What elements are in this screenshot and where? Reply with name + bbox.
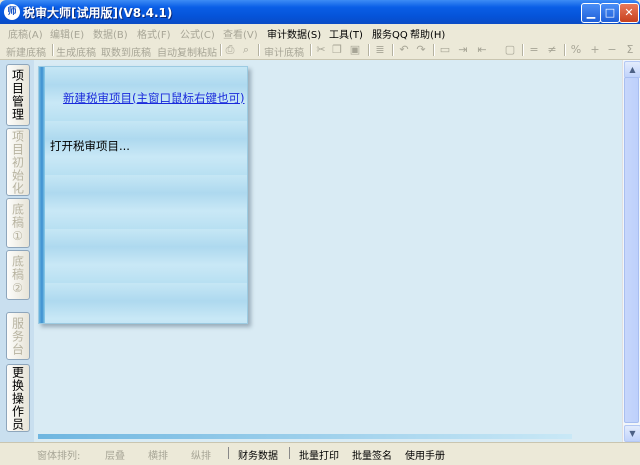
new-draft-button[interactable]: 新建底稿 [6, 44, 46, 59]
toolbar-separator [220, 44, 222, 56]
maximize-button[interactable]: □ [600, 3, 620, 23]
arrange-label: 窗体排列: [37, 451, 81, 462]
toolbar-separator [258, 44, 260, 56]
generate-draft-button[interactable]: 生成底稿 [56, 44, 96, 59]
scrollbar-thumb[interactable] [624, 77, 639, 423]
fetch-to-draft-button[interactable]: 取数到底稿 [101, 44, 151, 59]
paste-icon[interactable]: ▣ [349, 44, 361, 56]
start-panel: 新建税审项目(主窗口鼠标右键也可) 打开税审项目... [38, 66, 248, 324]
tab-label: 底稿① [10, 202, 25, 244]
copy-icon[interactable]: ❐ [331, 44, 343, 56]
menu-format[interactable]: 格式(F) [137, 26, 171, 41]
tab-label: 项目管理 [10, 69, 25, 121]
minimize-button[interactable]: ▁ [581, 3, 601, 23]
menu-service-qq[interactable]: 服务QQ [372, 26, 408, 41]
tile-vertical-button[interactable]: 纵排 [191, 447, 211, 462]
menu-formula[interactable]: 公式(C) [180, 26, 215, 41]
indent-icon[interactable]: ⇥ [457, 44, 469, 56]
toolbar-separator [52, 44, 54, 56]
toolbar-separator [522, 44, 524, 56]
toolbar-separator [368, 44, 370, 56]
toolbar-separator [392, 44, 394, 56]
menu-tools[interactable]: 工具(T) [329, 26, 363, 41]
toolbar-separator [433, 44, 435, 56]
title-bar: 师 税审大师[试用版](V8.4.1) ▁ □ ✕ [0, 0, 640, 24]
scroll-down-icon[interactable]: ▼ [624, 425, 640, 442]
auto-copy-paste-button[interactable]: 自动复制粘贴 [157, 44, 217, 59]
scroll-up-icon[interactable]: ▲ [624, 61, 640, 78]
toolbar-separator [310, 44, 312, 56]
close-button[interactable]: ✕ [619, 3, 639, 23]
equals-icon[interactable]: = [528, 44, 540, 56]
align-icon[interactable]: ▭ [439, 44, 451, 56]
app-icon: 师 [4, 4, 20, 20]
left-tab-rail: 项目管理 项目初始化 底稿① 底稿② 服务台 更换操作员 [0, 60, 34, 442]
tab-draft-1[interactable]: 底稿① [6, 198, 30, 248]
batch-print-button[interactable]: 批量打印 [299, 447, 339, 462]
cut-icon[interactable]: ✂ [315, 44, 327, 56]
tile-horizontal-button[interactable]: 横排 [148, 447, 168, 462]
bottom-accent-strip [38, 434, 572, 439]
border-icon[interactable]: ▢ [504, 44, 516, 56]
tab-label: 底稿② [10, 254, 25, 296]
menu-draft[interactable]: 底稿(A) [8, 26, 43, 41]
redo-icon[interactable]: ↷ [415, 44, 427, 56]
plus-icon[interactable]: + [589, 44, 601, 56]
undo-icon[interactable]: ↶ [398, 44, 410, 56]
menu-view[interactable]: 查看(V) [223, 26, 258, 41]
tab-label: 更换操作员 [10, 365, 25, 431]
financial-data-button[interactable]: 财务数据 [238, 447, 278, 462]
tab-label: 项目初始化 [10, 129, 25, 195]
status-bar: 窗体排列: 层叠 横排 纵排 财务数据 批量打印 批量签名 使用手册 [0, 442, 640, 465]
menu-data[interactable]: 数据(B) [93, 26, 128, 41]
percent-icon[interactable]: % [570, 44, 582, 56]
audit-draft-button[interactable]: 审计底稿 [264, 44, 304, 59]
manual-button[interactable]: 使用手册 [405, 447, 445, 462]
menu-edit[interactable]: 编辑(E) [50, 26, 84, 41]
outdent-icon[interactable]: ⇤ [476, 44, 488, 56]
open-project-link[interactable]: 打开税审项目... [50, 138, 130, 154]
tab-project-management[interactable]: 项目管理 [6, 64, 30, 126]
menu-help[interactable]: 帮助(H) [410, 26, 445, 41]
new-project-link[interactable]: 新建税审项目(主窗口鼠标右键也可) [63, 90, 244, 106]
preview-icon[interactable]: ⌕ [240, 44, 252, 56]
menu-bar: 底稿(A) 编辑(E) 数据(B) 格式(F) 公式(C) 查看(V) 审计数据… [0, 24, 640, 41]
status-separator [228, 447, 229, 459]
menu-audit-data[interactable]: 审计数据(S) [267, 26, 321, 41]
toolbar: 新建底稿 生成底稿 取数到底稿 自动复制粘贴 ⎙ ⌕ 审计底稿 ✂ ❐ ▣ ≣ … [0, 41, 640, 60]
vertical-scrollbar[interactable]: ▲ ▼ [622, 60, 640, 442]
panel-accent-bar [39, 67, 45, 323]
batch-sign-button[interactable]: 批量签名 [352, 447, 392, 462]
not-equal-icon[interactable]: ≠ [546, 44, 558, 56]
status-separator [289, 447, 290, 459]
list-icon[interactable]: ≣ [374, 44, 386, 56]
tab-service-desk[interactable]: 服务台 [6, 312, 30, 360]
tab-change-operator[interactable]: 更换操作员 [6, 364, 30, 432]
tab-label: 服务台 [10, 316, 25, 356]
toolbar-separator [564, 44, 566, 56]
sum-icon[interactable]: Σ [624, 44, 636, 56]
print-icon[interactable]: ⎙ [224, 44, 236, 56]
cascade-button[interactable]: 层叠 [105, 447, 125, 462]
minus-icon[interactable]: − [606, 44, 618, 56]
window-title: 税审大师[试用版](V8.4.1) [23, 6, 173, 20]
tab-draft-2[interactable]: 底稿② [6, 250, 30, 300]
tab-project-init[interactable]: 项目初始化 [6, 128, 30, 196]
